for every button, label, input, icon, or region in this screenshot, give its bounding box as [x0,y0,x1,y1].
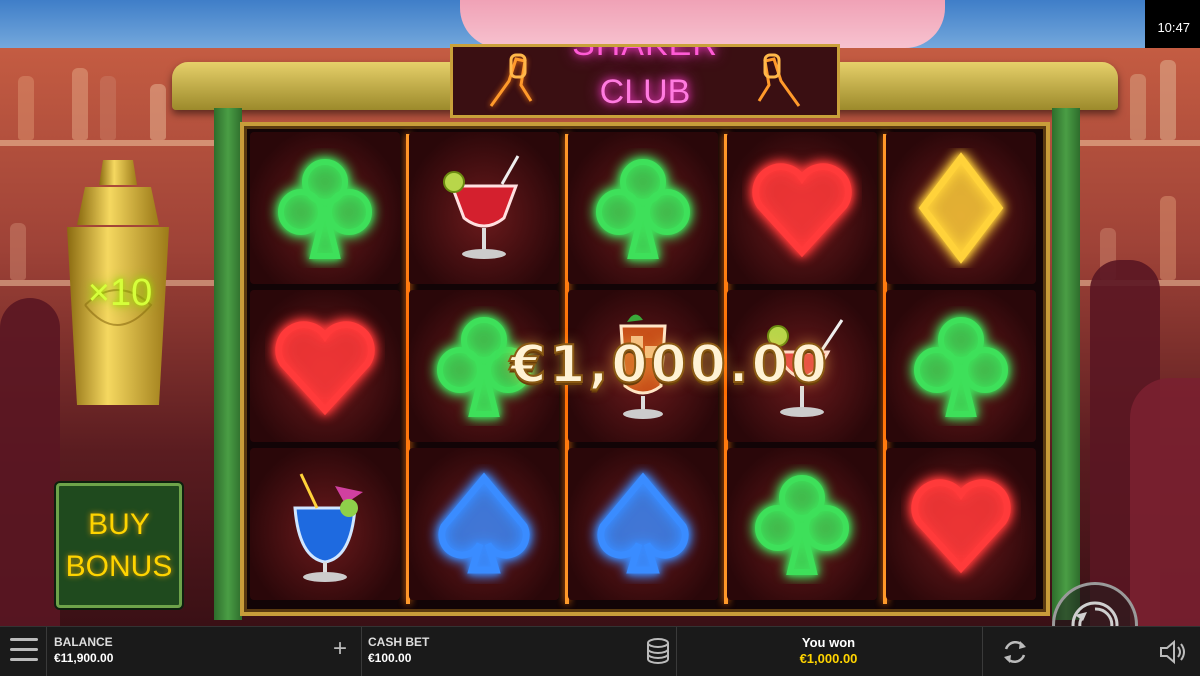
bottom-control-bar: BALANCE €11,900.00 + CASH BET €100.00 Yo… [0,626,1200,676]
patron-silhouette [0,298,60,628]
reel-cell [409,448,559,600]
multiplier-label: ×10 [87,272,153,314]
reel-cell [568,448,718,600]
bottle [10,223,26,280]
you-won-label: You won [801,635,856,650]
cash-bet-value: €100.00 [368,651,412,665]
blue-cocktail-icon [293,473,363,582]
shelf [0,140,230,146]
divider [982,627,983,676]
speaker-icon[interactable] [1158,639,1186,665]
game-logo-sign: SHAKER CLUB [450,44,840,118]
reel-cell [727,132,877,284]
divider [46,627,47,676]
clock: 10:47 [1157,20,1190,35]
bottle [18,76,34,140]
machine-side-left [214,108,242,620]
spade-symbol-icon [438,472,530,574]
club-symbol-icon [278,159,372,259]
reel-cell [409,132,559,284]
buy-bonus-button[interactable]: BUY BONUS [56,483,182,608]
win-amount-overlay: €1,000.00 [509,334,830,396]
reel-cell [727,448,877,600]
neon-shaker-hand-icon [489,53,533,107]
balance-label: BALANCE [54,635,113,649]
cash-bet-label: CASH BET [368,635,430,649]
reel-cell [886,448,1036,600]
heart-symbol-icon [275,321,375,416]
autoplay-icon[interactable] [1000,637,1030,667]
club-symbol-icon [596,159,690,259]
you-won-value: €1,000.00 [799,651,858,666]
reel-cell [250,448,400,600]
bottle [1130,74,1146,140]
bottle [72,68,88,140]
red-cocktail-icon [443,155,520,259]
bottle [100,76,116,140]
buy-bonus-line1: BUY [88,507,150,541]
balance-value: €11,900.00 [54,651,114,665]
plus-icon[interactable]: + [333,635,347,663]
diamond-symbol-icon [918,152,1004,264]
neon-shaker-hand-icon [757,53,801,107]
club-symbol-icon [755,475,849,575]
patron-silhouette [1130,378,1200,628]
heart-symbol-icon [911,479,1011,574]
coin-stack-icon[interactable] [645,637,671,665]
reel-cell [250,290,400,442]
reel-cell [886,132,1036,284]
hamburger-menu-icon[interactable] [10,638,38,664]
character-hair [460,0,945,48]
divider [361,627,362,676]
bottle [150,84,166,140]
reel-cell [568,132,718,284]
shelf [1080,140,1200,146]
machine-side-right [1052,108,1080,620]
bottle [1160,196,1176,280]
reel-cell [250,132,400,284]
heart-symbol-icon [752,163,852,258]
buy-bonus-line2: BONUS [65,549,173,583]
bottle [1160,60,1176,140]
spade-symbol-icon [597,472,689,574]
